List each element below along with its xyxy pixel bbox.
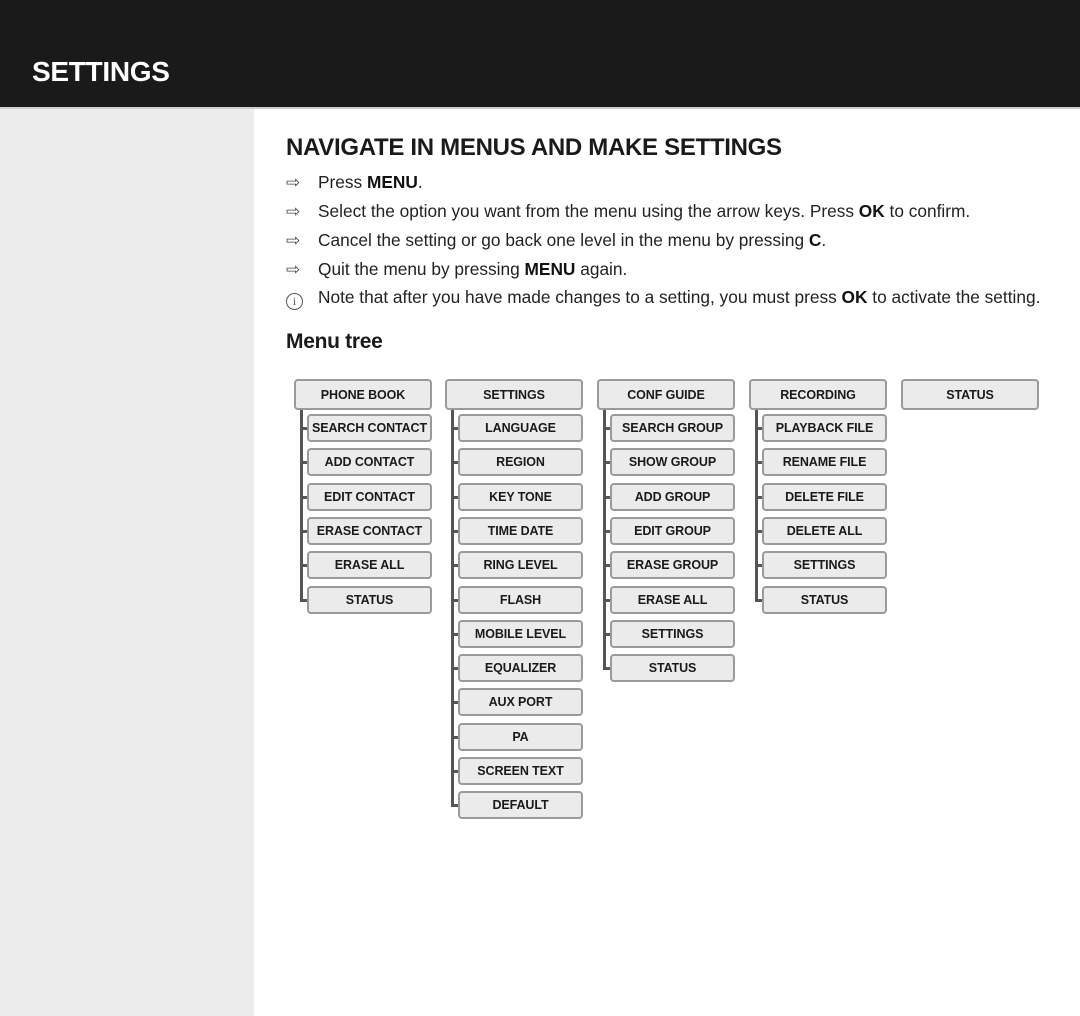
menu-tree-child-node: DELETE ALL xyxy=(762,516,887,545)
menu-tree-child-node: MOBILE LEVEL xyxy=(458,619,583,648)
key-label: MENU xyxy=(366,172,418,192)
key-label: C xyxy=(808,230,822,250)
arrow-right-icon: ⇨ xyxy=(286,231,301,250)
instruction-item: i Note that after you have made changes t… xyxy=(286,287,1040,310)
menu-tree-child-node: ERASE ALL xyxy=(307,551,432,580)
key-label: MENU xyxy=(524,259,576,279)
key-label: OK xyxy=(858,201,885,221)
menu-tree-child-node: RING LEVEL xyxy=(458,551,583,580)
instruction-text: again. xyxy=(575,259,628,279)
menu-tree-root-node: SETTINGS xyxy=(445,379,583,410)
menu-tree-child-node: STATUS xyxy=(307,585,432,614)
menu-tree-child-node: SEARCH GROUP xyxy=(610,414,735,442)
instruction-text: . xyxy=(821,230,827,250)
menu-tree-child-node: KEY TONE xyxy=(458,482,583,511)
menu-tree-child-node: AUX PORT xyxy=(458,688,583,717)
instruction-text: to activate the setting. xyxy=(867,287,1041,307)
tree-connector-line xyxy=(755,410,758,602)
menu-tree-child-node: DEFAULT xyxy=(458,791,583,820)
menu-tree-root-node: CONF GUIDE xyxy=(597,379,735,410)
instruction-item: ⇨ Cancel the setting or go back one level… xyxy=(286,230,826,251)
arrow-right-icon: ⇨ xyxy=(286,260,301,279)
menu-tree-child-node: DELETE FILE xyxy=(762,482,887,511)
instruction-text: to confirm. xyxy=(884,201,971,221)
sidebar xyxy=(0,109,254,1016)
menu-tree-child-node: ERASE CONTACT xyxy=(307,516,432,545)
tree-connector-line xyxy=(451,410,454,808)
header-bar: SETTINGS xyxy=(0,0,1080,107)
arrow-right-icon: ⇨ xyxy=(286,202,301,221)
menu-tree-child-node: PA xyxy=(458,722,583,751)
menu-tree-child-node: TIME DATE xyxy=(458,516,583,545)
menu-tree-root-node: RECORDING xyxy=(749,379,887,410)
instruction-text: Select the option you want from the menu… xyxy=(318,201,859,221)
instruction-text: Cancel the setting or go back one level … xyxy=(318,230,809,250)
tree-connector-line xyxy=(300,410,303,602)
menu-tree-child-node: SHOW GROUP xyxy=(610,448,735,477)
instruction-text: Press xyxy=(318,172,367,192)
menu-tree-child-node: ERASE GROUP xyxy=(610,551,735,580)
menu-tree-title: Menu tree xyxy=(286,330,383,353)
menu-tree-child-node: LANGUAGE xyxy=(458,414,583,442)
menu-tree-child-node: PLAYBACK FILE xyxy=(762,414,887,442)
info-icon: i xyxy=(286,293,303,310)
arrow-right-icon: ⇨ xyxy=(286,173,301,192)
menu-tree-child-node: REGION xyxy=(458,448,583,477)
instruction-text: Note that after you have made changes to… xyxy=(318,287,842,307)
instruction-item: ⇨ Press MENU. xyxy=(286,172,423,193)
instruction-item: ⇨ Select the option you want from the men… xyxy=(286,201,970,222)
menu-tree-child-node: RENAME FILE xyxy=(762,448,887,477)
header-title: SETTINGS xyxy=(32,56,170,87)
menu-tree-child-node: STATUS xyxy=(610,654,735,683)
key-label: OK xyxy=(841,287,868,307)
menu-tree-child-node: ADD CONTACT xyxy=(307,448,432,477)
menu-tree-child-node: EDIT CONTACT xyxy=(307,482,432,511)
instruction-text: . xyxy=(417,172,423,192)
menu-tree-child-node: FLASH xyxy=(458,585,583,614)
menu-tree-child-node: SETTINGS xyxy=(762,551,887,580)
menu-tree-child-node: STATUS xyxy=(762,585,887,614)
menu-tree-child-node: ADD GROUP xyxy=(610,482,735,511)
tree-connector-line xyxy=(603,410,606,671)
menu-tree-child-node: SEARCH CONTACT xyxy=(307,414,432,442)
instruction-item: ⇨ Quit the menu by pressing MENU again. xyxy=(286,259,627,280)
section-title: NAVIGATE IN MENUS AND MAKE SETTINGS xyxy=(286,134,782,161)
menu-tree-child-node: EDIT GROUP xyxy=(610,516,735,545)
menu-tree-child-node: ERASE ALL xyxy=(610,585,735,614)
menu-tree-child-node: SCREEN TEXT xyxy=(458,757,583,785)
menu-tree-child-node: EQUALIZER xyxy=(458,654,583,683)
instruction-text: Quit the menu by pressing xyxy=(318,259,525,279)
menu-tree-root-node: PHONE BOOK xyxy=(294,379,432,410)
menu-tree-root-node: STATUS xyxy=(901,379,1039,410)
menu-tree-child-node: SETTINGS xyxy=(610,619,735,648)
